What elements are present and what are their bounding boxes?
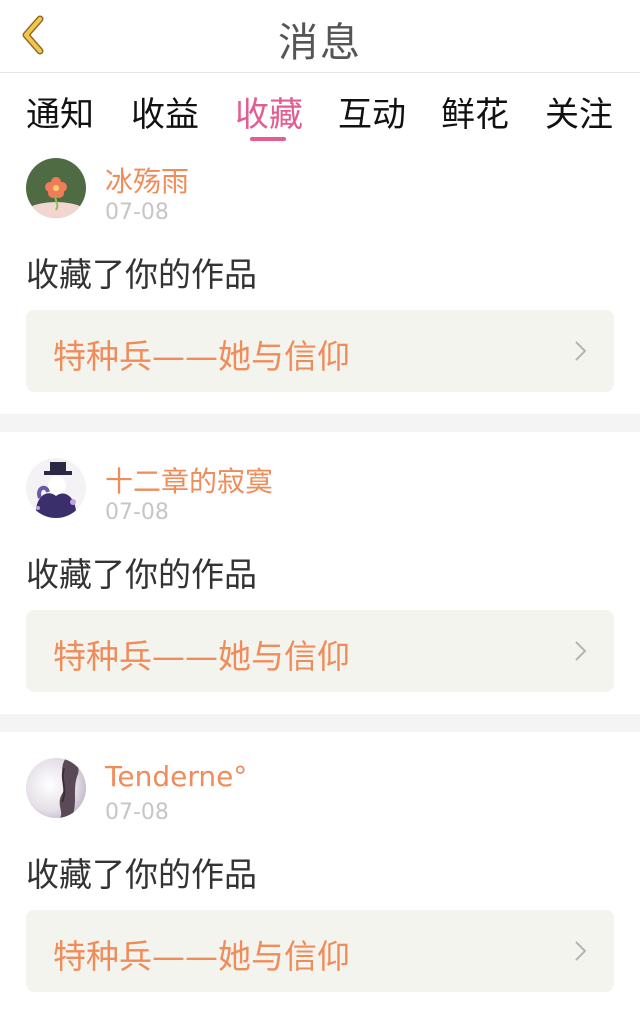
work-title: 特种兵——她与信仰 (53, 337, 350, 376)
chevron-right-icon (575, 641, 587, 661)
header-bar: 消息 (0, 0, 640, 73)
action-text: 收藏了你的作品 (26, 555, 257, 594)
avatar[interactable] (26, 458, 86, 518)
action-text: 收藏了你的作品 (26, 255, 257, 294)
action-text: 收藏了你的作品 (26, 855, 257, 894)
tab-earnings[interactable]: 收益 (131, 87, 199, 136)
tab-flowers[interactable]: 鲜花 (441, 87, 509, 136)
page-title: 消息 (278, 20, 362, 66)
message-card: Tenderne° 07-08 收藏了你的作品 特种兵——她与信仰 (0, 748, 640, 1030)
timestamp: 07-08 (105, 800, 169, 825)
work-link[interactable]: 特种兵——她与信仰 (26, 310, 614, 392)
tab-follows[interactable]: 关注 (545, 87, 613, 136)
timestamp: 07-08 (105, 200, 169, 225)
tab-bar: 通知 收益 收藏 互动 鲜花 关注 (0, 73, 640, 145)
tab-favorites[interactable]: 收藏 (235, 87, 303, 136)
work-title: 特种兵——她与信仰 (53, 937, 350, 976)
section-divider (0, 414, 640, 432)
timestamp: 07-08 (105, 500, 169, 525)
work-link[interactable]: 特种兵——她与信仰 (26, 610, 614, 692)
work-link[interactable]: 特种兵——她与信仰 (26, 910, 614, 992)
chevron-right-icon (575, 941, 587, 961)
active-tab-indicator (250, 137, 286, 141)
username[interactable]: 冰殇雨 (105, 160, 189, 200)
chevron-right-icon (575, 341, 587, 361)
work-title: 特种兵——她与信仰 (53, 637, 350, 676)
section-divider (0, 714, 640, 732)
username[interactable]: 十二章的寂寞 (105, 460, 273, 500)
avatar[interactable] (26, 158, 86, 218)
tab-interactions[interactable]: 互动 (338, 87, 406, 136)
message-card: 冰殇雨 07-08 收藏了你的作品 特种兵——她与信仰 (0, 148, 640, 430)
tab-notifications[interactable]: 通知 (26, 87, 94, 136)
username[interactable]: Tenderne° (105, 760, 247, 793)
avatar[interactable] (26, 758, 86, 818)
message-card: 十二章的寂寞 07-08 收藏了你的作品 特种兵——她与信仰 (0, 448, 640, 730)
